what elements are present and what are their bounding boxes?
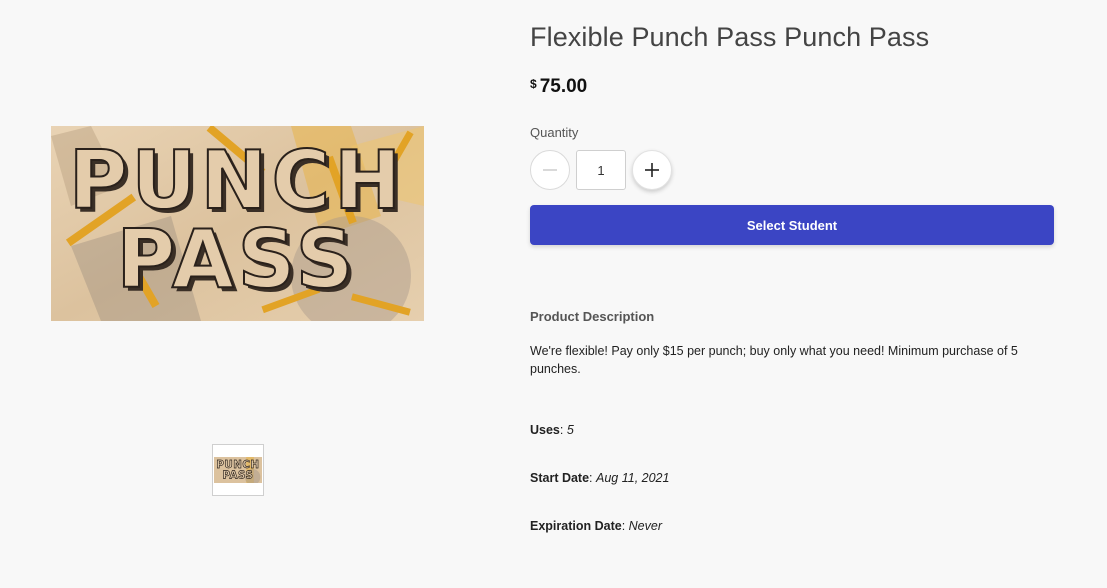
description-heading: Product Description — [530, 309, 655, 324]
thumbnail-artwork: PUNCH PASS — [214, 457, 262, 483]
price-amount: 75.00 — [539, 76, 588, 97]
detail-uses: Uses: 5 — [530, 423, 574, 437]
uses-value: 5 — [566, 423, 574, 437]
currency-symbol: $ — [530, 77, 537, 91]
product-thumbnail[interactable]: PUNCH PASS — [212, 444, 264, 496]
product-page: PUNCH PASS PUNCH PASS PUNCH PASS Flexibl… — [0, 0, 1107, 588]
product-image: PUNCH PASS PUNCH PASS — [51, 126, 424, 321]
expiration-date-value: Never — [628, 519, 662, 533]
quantity-stepper — [530, 150, 672, 190]
uses-label: Uses — [530, 423, 560, 437]
start-date-value: Aug 11, 2021 — [596, 471, 670, 485]
minus-icon — [543, 169, 557, 171]
detail-expiration-date: Expiration Date: Never — [530, 519, 662, 533]
quantity-input[interactable] — [576, 150, 626, 190]
svg-text:PASS: PASS — [222, 469, 253, 481]
product-title: Flexible Punch Pass Punch Pass — [530, 22, 930, 52]
svg-text:PUNCH: PUNCH — [216, 459, 259, 471]
plus-icon — [645, 163, 659, 177]
expiration-date-label: Expiration Date — [530, 519, 622, 533]
image-text-pass: PASS — [117, 213, 358, 306]
quantity-label: Quantity — [530, 125, 579, 140]
punch-pass-artwork: PUNCH PASS PUNCH PASS — [51, 126, 424, 321]
decrement-button[interactable] — [530, 150, 570, 190]
product-price: $ 75.00 — [530, 76, 587, 98]
select-student-button[interactable]: Select Student — [530, 205, 1054, 245]
increment-button[interactable] — [632, 150, 672, 190]
start-date-label: Start Date — [530, 471, 590, 485]
detail-start-date: Start Date: Aug 11, 2021 — [530, 471, 670, 485]
description-text: We're flexible! Pay only $15 per punch; … — [530, 344, 1018, 376]
